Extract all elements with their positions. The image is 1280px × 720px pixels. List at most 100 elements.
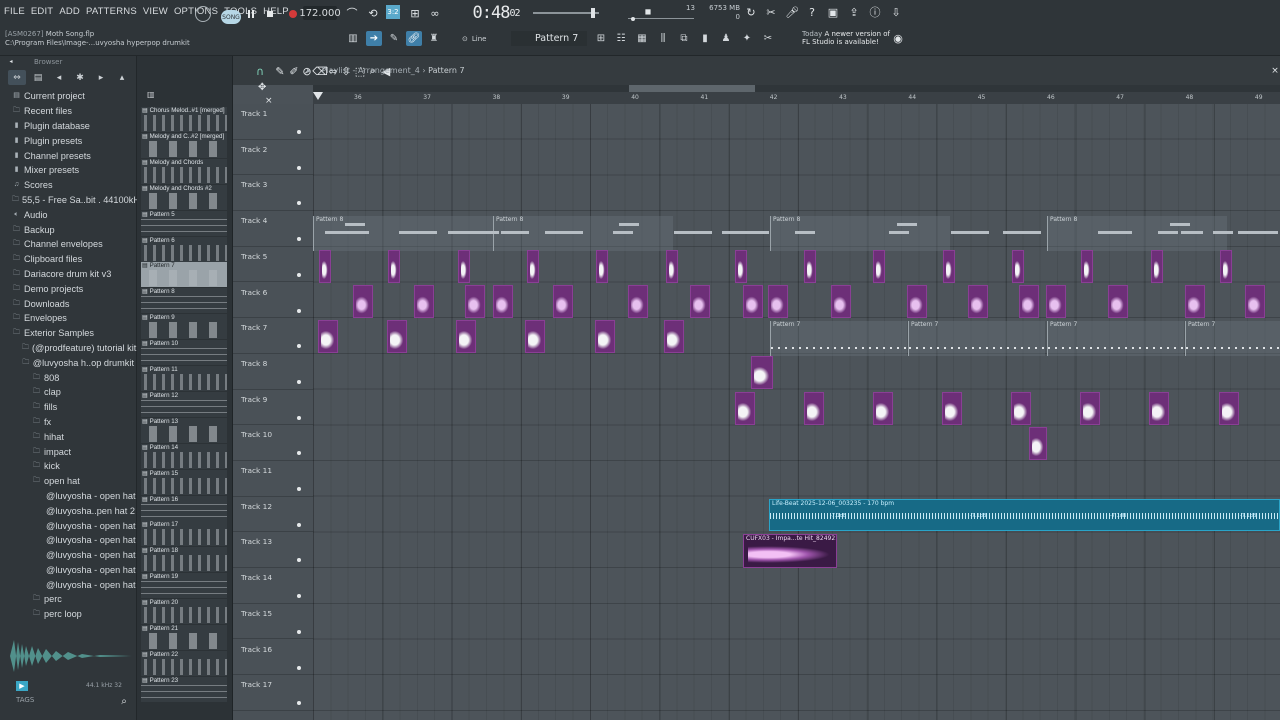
pattern-item[interactable]: ▤ Pattern 23 <box>141 676 227 702</box>
track-header[interactable]: Track 3 <box>233 175 313 212</box>
close-icon[interactable]: × <box>1268 64 1280 78</box>
track-mute-led[interactable] <box>297 451 301 456</box>
pattern-item[interactable]: ▤ Pattern 9 <box>141 314 227 340</box>
pattern-item[interactable]: ▤ Pattern 11 <box>141 366 227 391</box>
pattern-item[interactable]: ▤ Pattern 16 <box>141 495 227 521</box>
faders-icon[interactable]: ⫼ <box>655 31 671 46</box>
browser-settings-icon[interactable]: ✱ <box>71 70 89 85</box>
audio-clip[interactable] <box>1011 391 1031 425</box>
browser-item[interactable]: 🗀︎ hihat <box>0 429 134 444</box>
pattern-item[interactable]: ▤ Melody and C..#2 [merged] <box>141 132 227 158</box>
play-pause-button[interactable] <box>244 7 258 21</box>
browser-item[interactable]: 🗀︎ Backup <box>0 222 134 237</box>
audio-clip[interactable] <box>596 249 609 283</box>
audio-clip[interactable] <box>526 249 539 283</box>
track-mute-led[interactable] <box>297 344 301 349</box>
track-header[interactable]: Track 11 <box>233 461 313 497</box>
touch-keyboard-icon[interactable]: ♟ <box>718 31 734 46</box>
arrangement-grid[interactable]: Pattern 8 Pattern 8 Pattern 8 Pattern 8 Patt… <box>313 104 1280 720</box>
track-header[interactable]: Track 10 <box>233 425 313 461</box>
audio-clip[interactable] <box>628 284 648 318</box>
audio-clip[interactable] <box>804 391 824 425</box>
track-header[interactable]: Track 6 <box>233 283 313 319</box>
song-mode-button[interactable]: SONG <box>221 10 241 24</box>
audio-clip[interactable] <box>873 249 886 283</box>
browser-item[interactable]: 🔈︎ Audio <box>0 207 134 222</box>
master-pitch-slider[interactable] <box>628 16 698 22</box>
track-mute-led[interactable] <box>297 165 301 170</box>
audio-clip[interactable] <box>942 391 962 425</box>
browser-item[interactable]: @luvyosha - open hat 1 <box>0 489 143 504</box>
browser-item[interactable]: @luvyosha - open hat 6 <box>0 563 143 578</box>
move-arrows-icon[interactable]: ✥ <box>258 82 270 94</box>
tempo-display[interactable]: 172.000 <box>299 6 341 20</box>
audio-clip[interactable] <box>1108 284 1128 318</box>
song-position-display[interactable]: 0:48 02 <box>468 3 524 23</box>
pencil-icon[interactable]: ✎ <box>273 64 287 78</box>
track-header[interactable]: Track 16 <box>233 640 313 676</box>
browser-item[interactable]: @luvyosha - open hat 3 <box>0 518 143 533</box>
browser-item[interactable]: 🗀︎ perc loop <box>0 607 134 622</box>
track-header[interactable]: Track 9 <box>233 390 313 426</box>
pattern-item[interactable]: ▤ Pattern 5 <box>141 210 227 236</box>
browser-item[interactable]: 🗀︎ Recent files <box>0 104 134 119</box>
track-mute-led[interactable] <box>297 594 301 599</box>
audio-clip[interactable] <box>907 284 927 318</box>
track-mute-led[interactable] <box>297 665 301 670</box>
track-header[interactable]: Track 12 <box>233 497 313 533</box>
search-icon[interactable]: ⌕ <box>117 694 131 708</box>
arrangement-overview[interactable] <box>313 85 1280 92</box>
browser-item[interactable]: 🗀︎ 55,5 - Free Sa..bit . 44100kHz] <box>0 193 147 208</box>
pattern-song-knob-icon[interactable] <box>195 6 211 22</box>
browser-item[interactable]: 🗀︎ fx <box>0 415 134 430</box>
track-mute-led[interactable] <box>297 237 301 242</box>
browser-menu-icon[interactable]: ◂ <box>6 56 16 66</box>
browser-item[interactable]: ▮ Plugin database <box>0 119 134 134</box>
pattern-item[interactable]: ▤ Pattern 22 <box>141 650 227 676</box>
timeline-ruler[interactable]: 36 37 38 39 40 41 42 43 44 45 46 47 48 49 <box>313 92 1280 104</box>
browser-item[interactable]: @luvyosha - open hat 4 <box>0 533 143 548</box>
track-header[interactable]: Track 8 <box>233 354 313 390</box>
pattern-item[interactable]: ▤ Pattern 21 <box>141 625 227 650</box>
pencil-tool-icon[interactable]: ✎ <box>386 31 402 46</box>
piano-roll-icon[interactable]: ▥ <box>345 31 361 46</box>
track-header[interactable]: Track 2 <box>233 140 313 176</box>
audio-clip[interactable] <box>804 249 817 283</box>
audio-clip[interactable] <box>1150 249 1163 283</box>
browser-back-icon[interactable]: ◂ <box>50 70 68 85</box>
pattern-item[interactable]: ▤ Pattern 7 <box>141 262 227 288</box>
track-mute-led[interactable] <box>297 415 301 420</box>
browser-item[interactable]: 🗀︎ fills <box>0 400 134 415</box>
overview-viewport[interactable] <box>629 85 755 92</box>
browser-item[interactable]: 🗀︎ (@prodfeature) tutorial kit <box>0 341 136 356</box>
track-header[interactable]: Track 14 <box>233 568 313 604</box>
track-mute-led[interactable] <box>297 629 301 634</box>
microphone-icon[interactable]: 🎤︎ <box>785 5 799 19</box>
browser-item[interactable]: 🗀︎ perc <box>0 592 134 607</box>
browser-item[interactable]: 🗀︎ Demo projects <box>0 281 134 296</box>
browser-item[interactable]: 🗀︎ 808 <box>0 370 134 385</box>
pattern-item[interactable]: ▤ Pattern 15 <box>141 469 227 495</box>
audio-clip[interactable] <box>743 284 763 318</box>
browser-item[interactable]: 🗀︎ Exterior Samples <box>0 326 134 341</box>
metronome-icon[interactable]: ⌒ <box>345 6 359 20</box>
playhead-marker[interactable] <box>313 92 323 100</box>
audio-clip[interactable] <box>525 320 545 354</box>
browser-item[interactable]: 🗀︎ clap <box>0 385 134 400</box>
track-mute-led[interactable] <box>297 379 301 384</box>
magnet-icon[interactable]: ∩ <box>253 64 267 78</box>
audio-clip[interactable] <box>664 320 684 354</box>
browser-item[interactable]: ▮ Mixer presets <box>0 163 134 178</box>
brush-tool-icon[interactable]: ♜ <box>426 31 442 46</box>
audio-clip[interactable] <box>873 391 893 425</box>
track-mute-led[interactable] <box>297 558 301 563</box>
track-mute-led[interactable] <box>297 487 301 491</box>
audio-clip[interactable] <box>387 320 407 354</box>
brush-icon[interactable]: ✐ <box>287 64 301 78</box>
playlist-icon[interactable]: ⧉ <box>676 31 692 46</box>
audio-clip[interactable] <box>751 355 773 389</box>
master-volume-slider[interactable] <box>533 8 603 18</box>
picker-mode-icon[interactable]: ▥ <box>147 90 159 100</box>
online-icon[interactable]: ◉ <box>891 31 905 45</box>
audio-clip[interactable] <box>457 249 470 283</box>
